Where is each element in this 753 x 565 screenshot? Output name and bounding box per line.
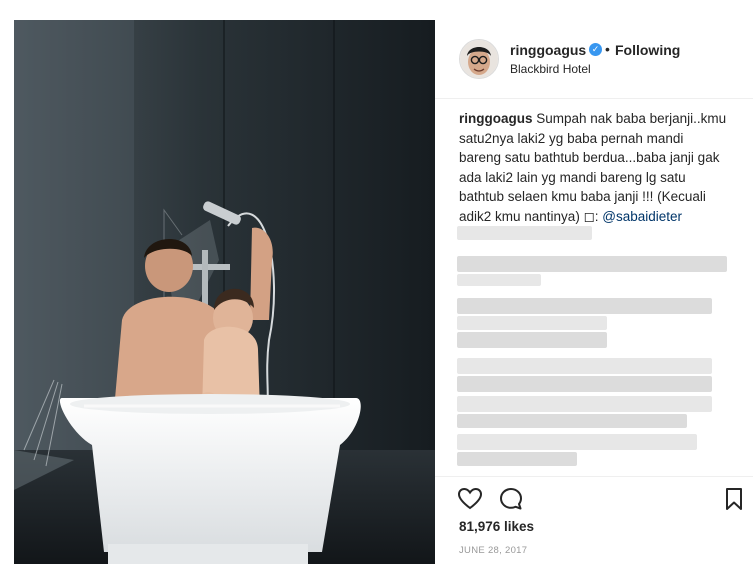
caption-line: ada laki2 lain yg mandi bareng lg satu [459,169,686,185]
post-photo-image [14,20,435,564]
blurred-comment-line [457,332,607,348]
avatar-image [460,40,498,78]
post-detail-panel: ringgoagus ✓ • Following Blackbird Hotel… [435,0,753,564]
blurred-comment-line [457,434,697,450]
bookmark-icon[interactable] [721,486,747,512]
post-header: ringgoagus ✓ • Following Blackbird Hotel [435,20,753,99]
post-date[interactable]: JUNE 28, 2017 [459,545,527,556]
following-button[interactable]: Following [615,42,680,58]
caption-line: ringgoagus Sumpah nak baba berjanji..kmu [459,109,739,129]
blurred-comment-line [457,256,727,272]
avatar[interactable] [459,39,499,79]
caption-line: satu2nya laki2 yg baba pernah mandi [459,130,684,146]
caption-text: Sumpah nak baba berjanji..kmu [532,111,727,126]
post-actions: 81,976 likes JUNE 28, 2017 [435,476,753,565]
blurred-comment-line [457,376,712,392]
blurred-comment-line [457,298,712,314]
caption-mention-link[interactable]: @sabaidieter [602,209,682,224]
caption-text: adik2 kmu nantinya) ◻: [459,208,603,224]
left-gutter [0,0,14,564]
blurred-comment-line [457,316,607,330]
caption-line: adik2 kmu nantinya) ◻: @sabaidieter [459,207,739,227]
caption-line: bareng satu bathtub berdua...baba janji … [459,150,720,166]
heart-icon[interactable] [457,486,483,512]
comment-icon[interactable] [498,486,524,512]
caption-line: bathtub selaen kmu baba janji !!! (Kecua… [459,189,706,205]
post-location[interactable]: Blackbird Hotel [510,62,591,76]
likes-count[interactable]: 81,976 likes [459,519,534,534]
blurred-comment-line [457,274,541,286]
post-photo[interactable] [14,20,435,564]
post-caption: ringgoagus Sumpah nak baba berjanji..kmu… [459,109,739,227]
post-username[interactable]: ringgoagus [510,42,586,58]
blurred-comment-line [457,358,712,374]
caption-username[interactable]: ringgoagus [459,111,533,126]
blurred-comment-line [457,226,592,240]
blurred-comment-line [457,414,687,428]
header-separator: • [605,41,610,57]
verified-badge-icon: ✓ [589,43,602,56]
blurred-comment-line [457,396,712,412]
blurred-comment-line [457,452,577,466]
